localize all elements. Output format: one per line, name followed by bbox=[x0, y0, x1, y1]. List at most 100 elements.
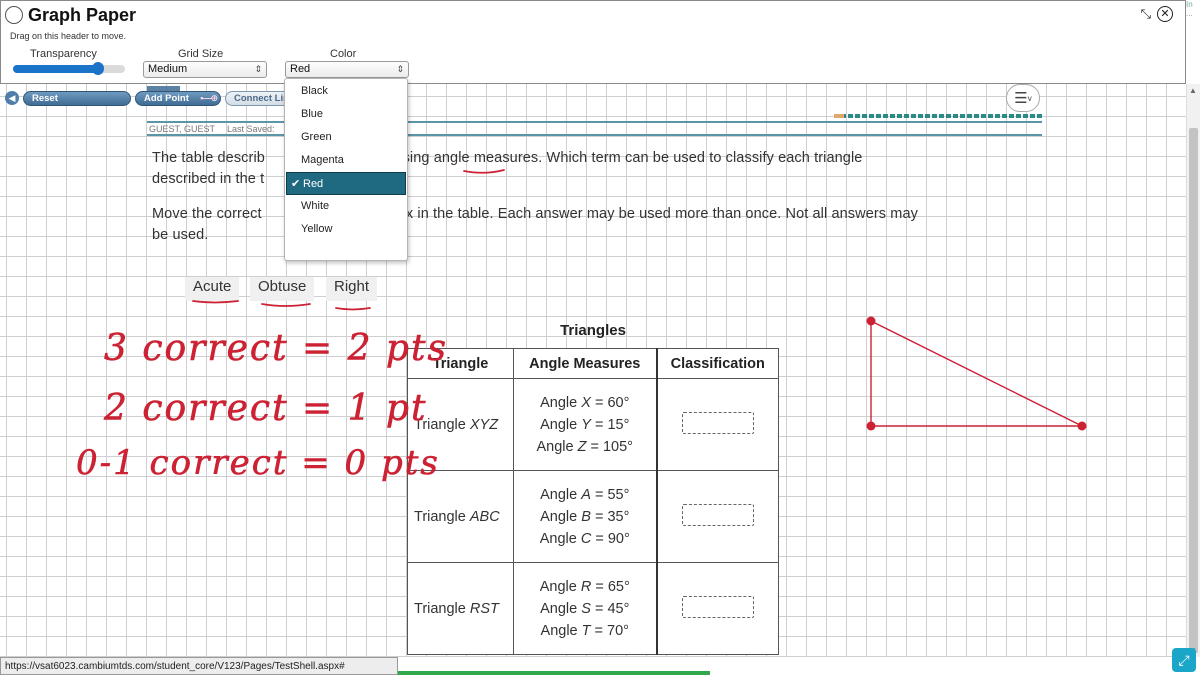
classification-cell bbox=[656, 470, 779, 563]
title-circle-icon bbox=[5, 6, 23, 24]
transparency-slider-thumb[interactable] bbox=[92, 62, 105, 75]
close-icon[interactable]: ✕ bbox=[1157, 6, 1173, 22]
student-name: GUEST, GUEST bbox=[149, 123, 216, 134]
side-strip-text: In bbox=[1186, 0, 1193, 9]
color-option-yellow[interactable]: Yellow bbox=[285, 218, 407, 241]
triangle-prefix: Triangle bbox=[414, 600, 470, 617]
triangle-name: Triangle RST bbox=[407, 562, 514, 655]
add-point-label: Add Point bbox=[144, 92, 189, 104]
drop-target-abc[interactable] bbox=[681, 503, 754, 526]
angle-measures: Angle X = 60° Angle Y = 15° Angle Z = 10… bbox=[513, 378, 658, 471]
transparency-label: Transparency bbox=[30, 48, 97, 60]
triangle-name: Triangle XYZ bbox=[407, 378, 514, 471]
scrollbar-thumb[interactable] bbox=[1189, 128, 1198, 653]
color-option-red[interactable]: ✔ Red bbox=[286, 172, 406, 195]
add-point-button[interactable]: Add Point •—⊕ bbox=[135, 90, 221, 106]
color-option-green[interactable]: Green bbox=[285, 126, 407, 149]
color-option-white[interactable]: White bbox=[285, 195, 407, 218]
table-row: Triangle ABC Angle A = 55° Angle B = 35°… bbox=[407, 470, 779, 563]
question-text: s using angle measures. Which term can b… bbox=[382, 150, 863, 166]
question-text: be used. bbox=[152, 227, 209, 243]
color-option-blue[interactable]: Blue bbox=[285, 103, 407, 126]
color-option-label: Green bbox=[301, 131, 332, 143]
color-option-label: Blue bbox=[301, 108, 324, 120]
color-option-label: Yellow bbox=[301, 223, 333, 235]
angle-measures: Angle A = 55° Angle B = 35° Angle C = 90… bbox=[513, 470, 658, 563]
angle-line: Angle X = 60° bbox=[540, 394, 630, 411]
vertical-scrollbar[interactable]: ▲ ▼ bbox=[1186, 84, 1200, 657]
table-row: Triangle XYZ Angle X = 60° Angle Y = 15°… bbox=[407, 378, 779, 471]
loading-bar bbox=[398, 671, 710, 675]
angle-line: Angle C = 90° bbox=[539, 530, 630, 547]
angle-line: Angle T = 70° bbox=[540, 622, 629, 639]
header-classification: Classification bbox=[656, 348, 779, 379]
progress-indicator bbox=[834, 114, 1042, 118]
question-text: Move the correct bbox=[152, 206, 262, 222]
graph-paper-header[interactable]: Graph Paper Drag on this header to move.… bbox=[0, 0, 1186, 84]
angle-measures: Angle R = 65° Angle S = 45° Angle T = 70… bbox=[513, 562, 658, 655]
triangle-name: Triangle ABC bbox=[407, 470, 514, 563]
scroll-up-icon[interactable]: ▲ bbox=[1189, 86, 1197, 95]
color-value: Red bbox=[290, 63, 311, 75]
angle-line: Angle S = 45° bbox=[540, 600, 630, 617]
grid-size-label: Grid Size bbox=[178, 48, 224, 60]
color-option-magenta[interactable]: Magenta bbox=[285, 149, 407, 172]
color-option-label: Black bbox=[301, 85, 328, 97]
header-triangle: Triangle bbox=[407, 348, 514, 379]
expand-icon[interactable]: ⤢ bbox=[1172, 648, 1196, 672]
point-tool-icon: •—⊕ bbox=[200, 92, 218, 103]
menu-icon[interactable]: ☰ v bbox=[1006, 84, 1040, 112]
transparency-slider[interactable] bbox=[13, 62, 125, 75]
side-strip-text: ... bbox=[1186, 9, 1193, 18]
side-strip: In ... bbox=[1186, 0, 1200, 84]
color-select[interactable]: Red ⇕ bbox=[285, 61, 409, 78]
angle-line: Angle R = 65° bbox=[539, 578, 630, 595]
answer-chip-obtuse[interactable]: Obtuse bbox=[250, 277, 315, 301]
check-icon: ✔ bbox=[291, 178, 301, 190]
triangle-var: XYZ bbox=[469, 416, 499, 433]
triangles-table: Triangle Angle Measures Classification T… bbox=[407, 348, 779, 655]
window-controls: ⤡ ✕ bbox=[1141, 6, 1173, 22]
table-caption: Triangles bbox=[560, 322, 626, 339]
transparency-slider-fill bbox=[13, 65, 99, 73]
triangle-prefix: Triangle bbox=[414, 508, 470, 525]
header-angle-measures: Angle Measures bbox=[513, 348, 658, 379]
reset-button[interactable]: Reset bbox=[23, 90, 131, 106]
reset-label: Reset bbox=[32, 92, 58, 104]
answer-chip-acute[interactable]: Acute bbox=[185, 277, 240, 301]
select-arrow-icon: ⇕ bbox=[254, 64, 262, 74]
drop-target-xyz[interactable] bbox=[681, 411, 754, 434]
triangle-var: ABC bbox=[469, 508, 500, 525]
tool-toolbar: ◀ Reset Add Point •—⊕ Connect Line bbox=[5, 90, 309, 106]
color-dropdown-menu: Black Blue Green Magenta ✔ Red White Yellow bbox=[284, 78, 408, 261]
color-option-black[interactable]: Black bbox=[285, 80, 407, 103]
classification-cell bbox=[656, 378, 779, 471]
student-info-bar: GUEST, GUEST Last Saved: bbox=[147, 121, 1042, 136]
drop-target-rst[interactable] bbox=[681, 595, 754, 618]
angle-line: Angle Z = 105° bbox=[536, 438, 633, 455]
angle-line: Angle B = 35° bbox=[540, 508, 630, 525]
question-text: The table describ bbox=[152, 150, 265, 166]
select-arrow-icon: ⇕ bbox=[396, 64, 404, 74]
title-row: Graph Paper bbox=[5, 4, 136, 26]
classification-cell bbox=[656, 562, 779, 655]
grid-size-value: Medium bbox=[148, 63, 188, 75]
answer-chip-right[interactable]: Right bbox=[326, 277, 378, 301]
triangle-prefix: Triangle bbox=[414, 416, 470, 433]
color-option-label: Magenta bbox=[301, 154, 344, 166]
table-row: Triangle RST Angle R = 65° Angle S = 45°… bbox=[407, 562, 779, 655]
triangle-var: RST bbox=[469, 600, 499, 617]
angle-line: Angle A = 55° bbox=[540, 486, 630, 503]
window-title: Graph Paper bbox=[28, 4, 137, 25]
question-text: box in the table. Each answer may be use… bbox=[389, 206, 918, 222]
question-instructions-1: The table describ s using angle measures.… bbox=[152, 148, 992, 190]
drag-hint: Drag on this header to move. bbox=[10, 31, 127, 41]
table-header-row: Triangle Angle Measures Classification bbox=[407, 348, 779, 379]
nav-back-icon[interactable]: ◀ bbox=[5, 91, 19, 105]
grid-size-select[interactable]: Medium ⇕ bbox=[143, 61, 267, 78]
color-label: Color bbox=[330, 48, 357, 60]
angle-line: Angle Y = 15° bbox=[540, 416, 630, 433]
collapse-icon[interactable]: ⤡ bbox=[1141, 6, 1151, 22]
question-text: described in the t bbox=[152, 171, 265, 187]
status-url: https://vsat6023.cambiumtds.com/student_… bbox=[0, 657, 398, 675]
